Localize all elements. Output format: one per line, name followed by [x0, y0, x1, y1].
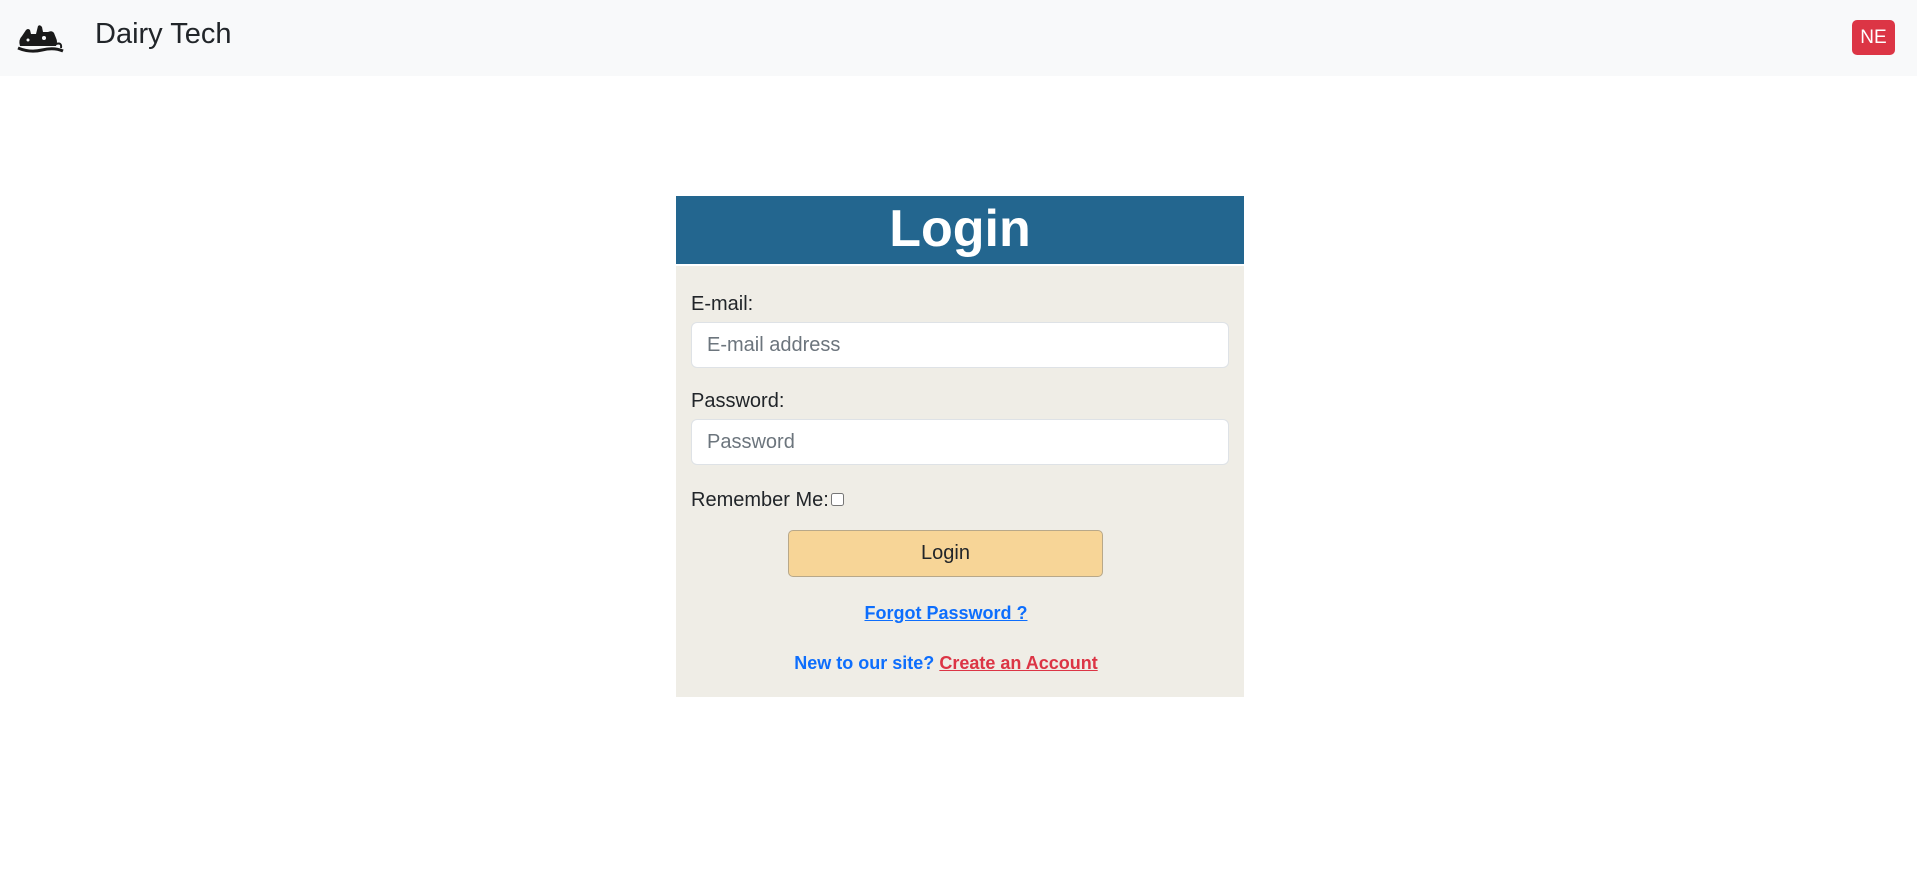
signup-row: New to our site? Create an Account — [676, 652, 1216, 674]
password-input[interactable] — [691, 419, 1229, 465]
brand-title[interactable]: Dairy Tech — [95, 14, 231, 54]
password-label: Password: — [691, 390, 785, 412]
login-button[interactable]: Login — [788, 530, 1103, 577]
email-input[interactable] — [691, 322, 1229, 368]
remember-me-label: Remember Me: — [691, 489, 829, 511]
create-account-link[interactable]: Create an Account — [939, 653, 1097, 673]
top-navbar: Dairy Tech NE — [0, 0, 1917, 76]
login-card: Login E-mail: Password: Remember Me: Log… — [676, 196, 1244, 697]
login-card-header: Login — [676, 196, 1244, 266]
signup-prompt: New to our site? — [794, 653, 935, 673]
forgot-password-link[interactable]: Forgot Password ? — [676, 602, 1216, 624]
remember-me-checkbox[interactable] — [831, 493, 844, 506]
cow-logo-icon[interactable] — [16, 20, 64, 54]
email-label: E-mail: — [691, 293, 754, 315]
user-avatar-badge[interactable]: NE — [1852, 20, 1895, 55]
